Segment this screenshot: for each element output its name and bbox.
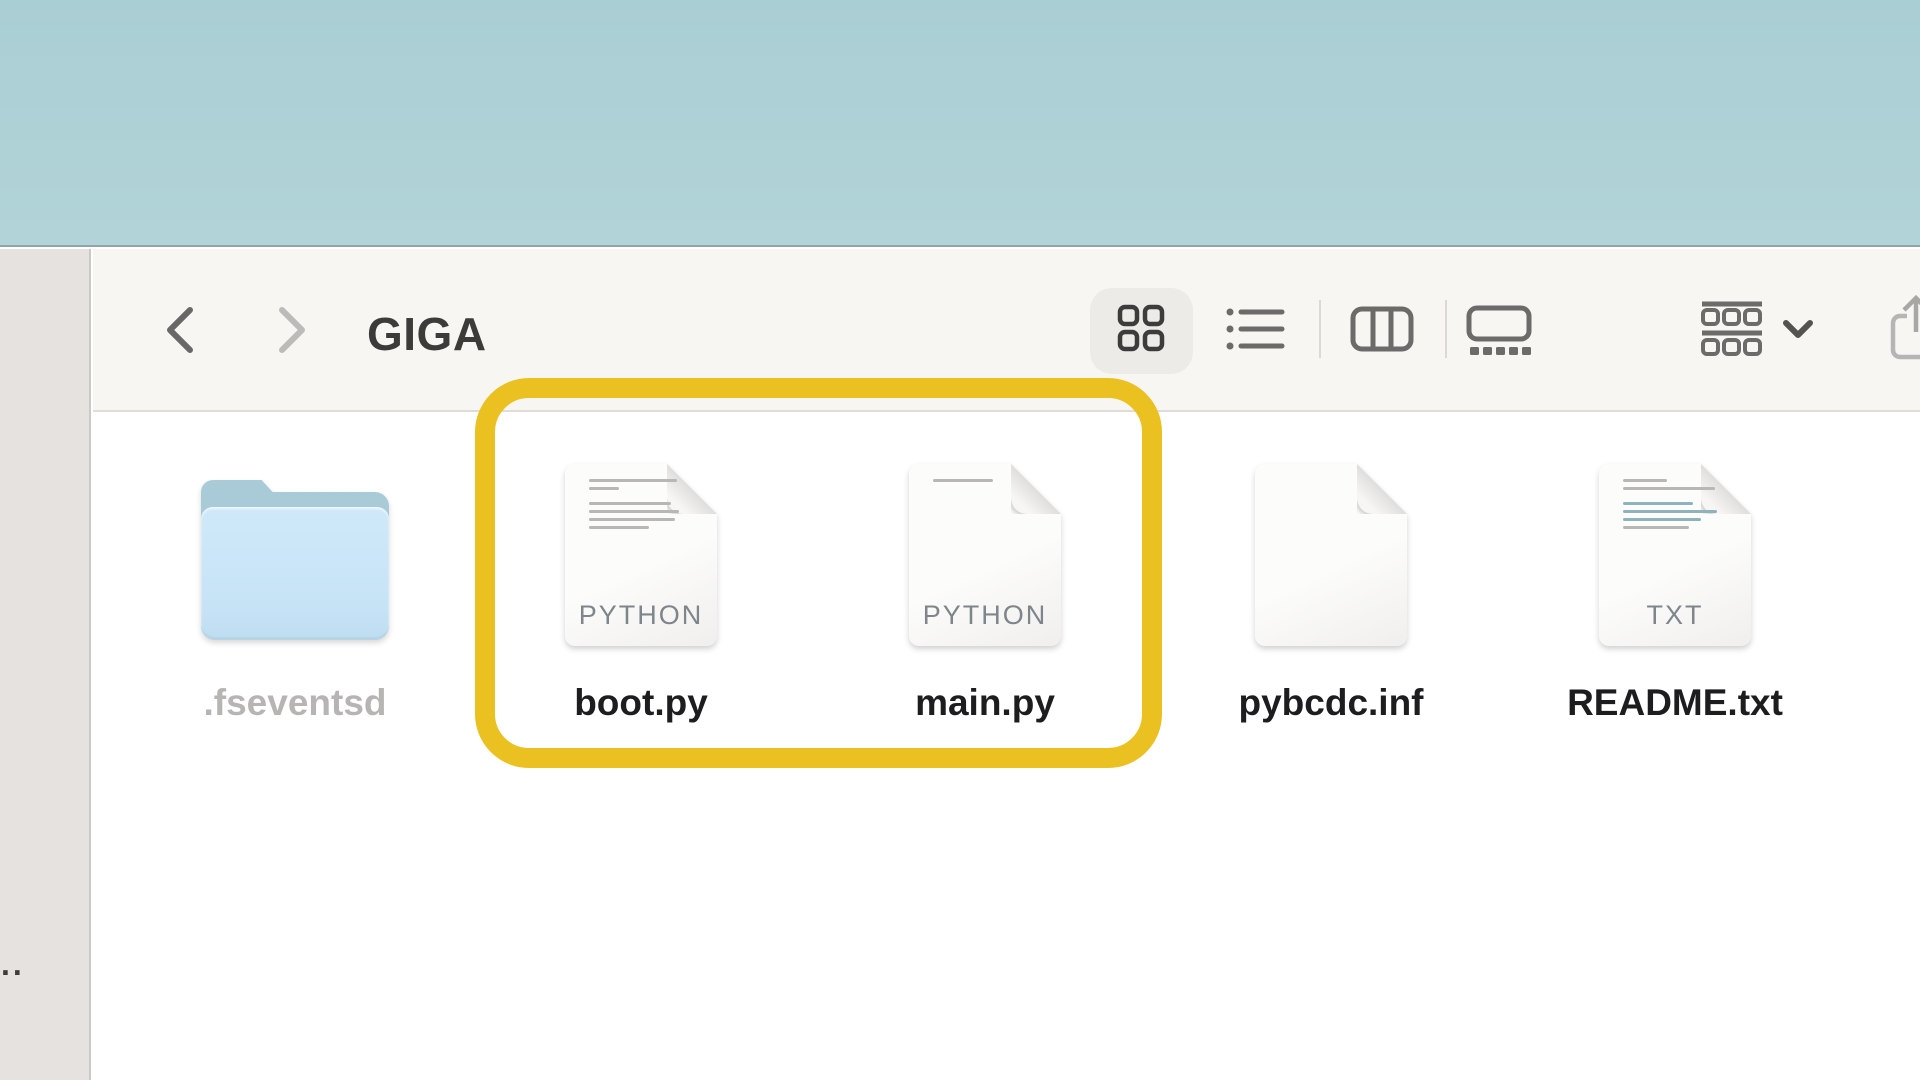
doc-preview-lines (589, 479, 689, 529)
doc-preview-lines (1623, 479, 1723, 529)
doc-preview-lines (933, 479, 1033, 482)
python-file-icon: PYTHON (909, 464, 1061, 646)
file-pybcdc-inf[interactable]: pybcdc.inf (1196, 440, 1466, 740)
folder-icon (201, 480, 389, 640)
file-type-badge: PYTHON (909, 600, 1061, 631)
file-readme-txt[interactable]: TXT README.txt (1540, 440, 1810, 740)
folded-corner (1357, 464, 1407, 514)
back-button[interactable] (158, 302, 202, 358)
toolbar-divider (1445, 300, 1447, 358)
file-type-badge: PYTHON (565, 600, 717, 631)
group-by-icon (1701, 300, 1763, 358)
text-file-icon: TXT (1599, 464, 1751, 646)
window-title: GIGA (367, 307, 487, 361)
list-view-button[interactable] (1226, 306, 1286, 352)
desktop-background (0, 0, 1920, 247)
column-view-button[interactable] (1350, 306, 1414, 352)
gallery-view-button[interactable] (1466, 305, 1532, 355)
column-view-icon (1350, 306, 1414, 352)
gallery-view-icon (1466, 305, 1532, 355)
share-icon (1886, 294, 1920, 364)
grid-view-icon (1117, 304, 1165, 352)
file-name-label: .fseventsd (160, 682, 430, 724)
group-by-button[interactable] (1701, 300, 1763, 358)
file-name-label: pybcdc.inf (1196, 682, 1466, 724)
finder-window: .. GIGA (0, 0, 1920, 1080)
chevron-left-icon (163, 305, 197, 355)
file-name-label: main.py (850, 682, 1120, 724)
forward-button[interactable] (270, 302, 314, 358)
file-name-label: README.txt (1540, 682, 1810, 724)
chevron-down-icon (1783, 320, 1813, 340)
folded-corner (1011, 464, 1061, 514)
plain-file-icon (1255, 464, 1407, 646)
file-type-badge: TXT (1599, 600, 1751, 631)
folder-front (201, 507, 389, 640)
python-file-icon: PYTHON (565, 464, 717, 646)
file-boot-py[interactable]: PYTHON boot.py (506, 440, 776, 740)
file-main-py[interactable]: PYTHON main.py (850, 440, 1120, 740)
share-button[interactable] (1886, 294, 1920, 364)
group-by-chevron[interactable] (1783, 320, 1813, 340)
chevron-right-icon (275, 305, 309, 355)
icon-view-button[interactable] (1117, 304, 1165, 352)
file-name-label: boot.py (506, 682, 776, 724)
file-fseventsd[interactable]: .fseventsd (160, 440, 430, 740)
clipped-desktop-label: .. (1, 946, 25, 983)
toolbar-divider (1319, 300, 1321, 358)
list-view-icon (1226, 306, 1286, 352)
